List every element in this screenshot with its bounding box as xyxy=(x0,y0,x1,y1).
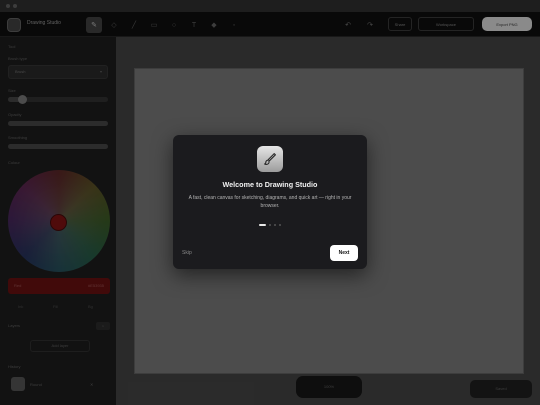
skip-link[interactable]: Skip xyxy=(182,250,192,256)
paintbrush-icon xyxy=(257,146,283,172)
modal-body: A fast, clean canvas for sketching, diag… xyxy=(188,195,352,209)
paintbrush-icon-svg xyxy=(264,153,276,165)
step-dot xyxy=(259,224,266,226)
welcome-modal: Welcome to Drawing Studio A fast, clean … xyxy=(173,135,367,269)
step-dot xyxy=(274,224,276,226)
next-button[interactable]: Next xyxy=(330,245,358,261)
modal-title: Welcome to Drawing Studio xyxy=(222,180,318,189)
step-dot xyxy=(279,224,281,226)
step-dot xyxy=(269,224,271,226)
